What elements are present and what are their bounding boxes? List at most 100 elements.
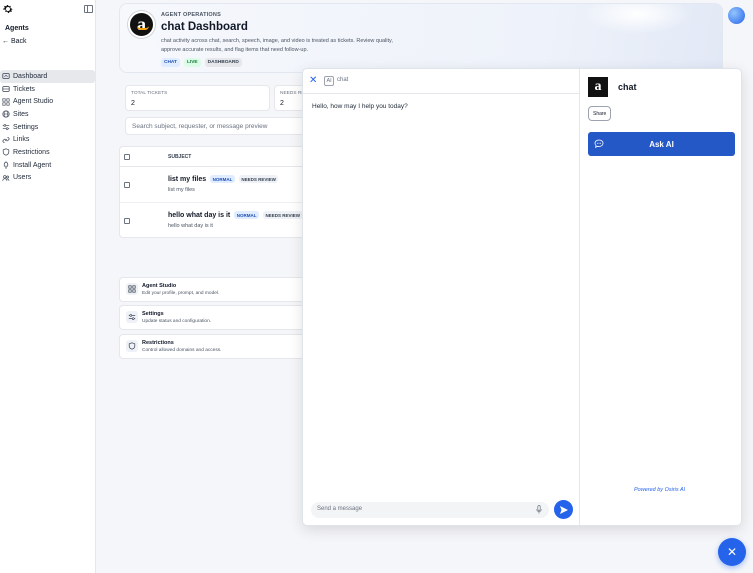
sidebar-item-links[interactable]: Links xyxy=(0,133,96,146)
dashboard-hero: a AGENT OPERATIONS chat Dashboard chat a… xyxy=(119,3,723,73)
chat-header-label: chat xyxy=(337,77,349,83)
row-preview: hello what day is it xyxy=(168,223,213,229)
sidebar-nav: Dashboard Tickets Agent Studio Sites Set… xyxy=(0,70,96,184)
sidebar-item-sites[interactable]: Sites xyxy=(0,108,96,121)
page-title: chat Dashboard xyxy=(161,21,248,33)
link-card-title: Restrictions xyxy=(142,340,174,346)
link-card-settings[interactable]: Settings Update status and configuration… xyxy=(119,305,304,330)
priority-badge: NORMAL xyxy=(210,175,235,183)
row-preview: list my files xyxy=(168,187,195,193)
sidebar-item-label: Restrictions xyxy=(13,148,50,156)
row-subject[interactable]: list my files xyxy=(168,176,206,183)
row-checkbox[interactable] xyxy=(124,218,130,224)
link-icon xyxy=(2,137,10,143)
assistant-orb-icon[interactable] xyxy=(728,7,745,24)
share-button[interactable]: Share xyxy=(588,106,612,121)
table-row[interactable]: list my files NORMAL NEEDS REVIEW list m… xyxy=(120,167,304,203)
chat-pane: ✕ AI chat Hello, how may I help you toda… xyxy=(303,69,580,525)
sidebar-item-tickets[interactable]: Tickets xyxy=(0,83,96,96)
dashboard-icon xyxy=(2,73,10,80)
shield-icon xyxy=(2,148,10,157)
globe-icon xyxy=(2,110,10,118)
powered-by-link[interactable]: Powered by Osiris AI xyxy=(634,487,685,493)
sidebar-item-settings[interactable]: Settings xyxy=(0,121,96,134)
tickets-table: SUBJECT list my files NORMAL NEEDS REVIE… xyxy=(119,146,304,238)
sidebar: Agents ← Back Dashboard Tickets Agent St… xyxy=(0,0,96,573)
message-placeholder: Send a message xyxy=(317,506,363,512)
tag-live: LIVE xyxy=(183,58,201,67)
arrow-left-icon: ← xyxy=(2,38,11,45)
rocket-icon xyxy=(3,161,9,170)
chat-bubble-icon xyxy=(594,139,604,148)
row-checkbox[interactable] xyxy=(124,182,130,188)
sidebar-item-label: Dashboard xyxy=(13,72,48,80)
hero-description: chat activity across chat, search, speec… xyxy=(161,38,393,53)
sidebar-item-label: Sites xyxy=(13,110,29,118)
priority-badge: NORMAL xyxy=(234,211,259,219)
chat-modal: ✕ AI chat Hello, how may I help you toda… xyxy=(302,68,742,526)
link-card-restrictions[interactable]: Restrictions Control allowed domains and… xyxy=(119,334,304,359)
sliders-icon xyxy=(2,124,10,130)
stat-value: 2 xyxy=(280,100,284,107)
sidebar-title: Agents xyxy=(5,25,29,32)
send-button[interactable] xyxy=(554,500,573,519)
row-subject[interactable]: hello what day is it xyxy=(168,212,230,219)
link-card-title: Agent Studio xyxy=(142,283,177,289)
sidebar-item-dashboard[interactable]: Dashboard xyxy=(0,70,95,83)
table-header: SUBJECT xyxy=(120,147,304,167)
sidebar-item-label: Tickets xyxy=(13,85,35,93)
message-input[interactable]: Send a message xyxy=(311,502,549,518)
ask-ai-label: Ask AI xyxy=(649,139,674,149)
grid-icon xyxy=(126,283,138,295)
chat-side-panel: a chat Share Ask AI Powered by Osiris AI xyxy=(581,69,741,525)
tickets-icon xyxy=(2,86,10,92)
sidebar-item-restrictions[interactable]: Restrictions xyxy=(0,146,96,159)
close-icon: ✕ xyxy=(726,545,738,559)
sidebar-item-install-agent[interactable]: Install Agent xyxy=(0,159,96,172)
side-panel-title: chat xyxy=(618,82,637,92)
sidebar-item-label: Settings xyxy=(13,123,39,131)
microphone-icon[interactable] xyxy=(536,505,542,514)
tag-chat: CHAT xyxy=(161,58,180,67)
send-icon xyxy=(559,505,568,514)
table-row[interactable]: hello what day is it NORMAL NEEDS REVIEW… xyxy=(120,203,304,239)
gear-icon[interactable] xyxy=(2,3,14,15)
close-icon[interactable]: ✕ xyxy=(309,76,317,86)
stat-value: 2 xyxy=(131,100,135,107)
assistant-message: Hello, how may I help you today? xyxy=(312,103,408,110)
hero-tags: CHAT LIVE DASHBOARD xyxy=(161,58,242,67)
agent-avatar: a xyxy=(128,11,155,38)
back-link[interactable]: ← Back xyxy=(2,38,27,45)
sidebar-item-label: Install Agent xyxy=(13,161,52,169)
link-card-agent-studio[interactable]: Agent Studio Edit your profile, prompt, … xyxy=(119,277,304,302)
ask-ai-button[interactable]: Ask AI xyxy=(588,132,735,156)
link-card-subtitle: Control allowed domains and access. xyxy=(142,348,222,353)
back-label: Back xyxy=(10,38,27,45)
hero-kicker: AGENT OPERATIONS xyxy=(161,12,221,18)
sidebar-item-users[interactable]: Users xyxy=(0,172,96,185)
sidebar-toggle-icon[interactable] xyxy=(84,5,93,13)
link-card-title: Settings xyxy=(142,311,164,317)
users-icon xyxy=(2,175,10,181)
stat-label: NEEDS RE xyxy=(280,91,305,96)
grid-icon xyxy=(2,98,10,106)
sidebar-item-label: Agent Studio xyxy=(13,98,54,106)
search-input[interactable]: Search subject, requester, or message pr… xyxy=(125,117,310,135)
select-all-checkbox[interactable] xyxy=(124,154,130,160)
sidebar-item-label: Users xyxy=(13,174,32,182)
link-card-subtitle: Edit your profile, prompt, and model. xyxy=(142,291,220,296)
status-badge: NEEDS REVIEW xyxy=(238,175,279,183)
stat-total-tickets: TOTAL TICKETS 2 xyxy=(125,85,270,111)
sidebar-item-label: Links xyxy=(13,136,30,144)
ai-badge: AI xyxy=(324,76,335,86)
tag-dashboard: DASHBOARD xyxy=(204,58,242,67)
shield-icon xyxy=(126,340,138,352)
stat-label: TOTAL TICKETS xyxy=(131,91,168,96)
link-card-subtitle: Update status and configuration. xyxy=(142,319,212,324)
column-subject: SUBJECT xyxy=(168,154,192,160)
agent-logo: a xyxy=(588,77,608,97)
status-badge: NEEDS REVIEW xyxy=(262,211,303,219)
close-chat-button[interactable]: ✕ xyxy=(718,538,746,566)
sidebar-item-agent-studio[interactable]: Agent Studio xyxy=(0,95,96,108)
chat-header: ✕ AI chat xyxy=(303,69,579,94)
